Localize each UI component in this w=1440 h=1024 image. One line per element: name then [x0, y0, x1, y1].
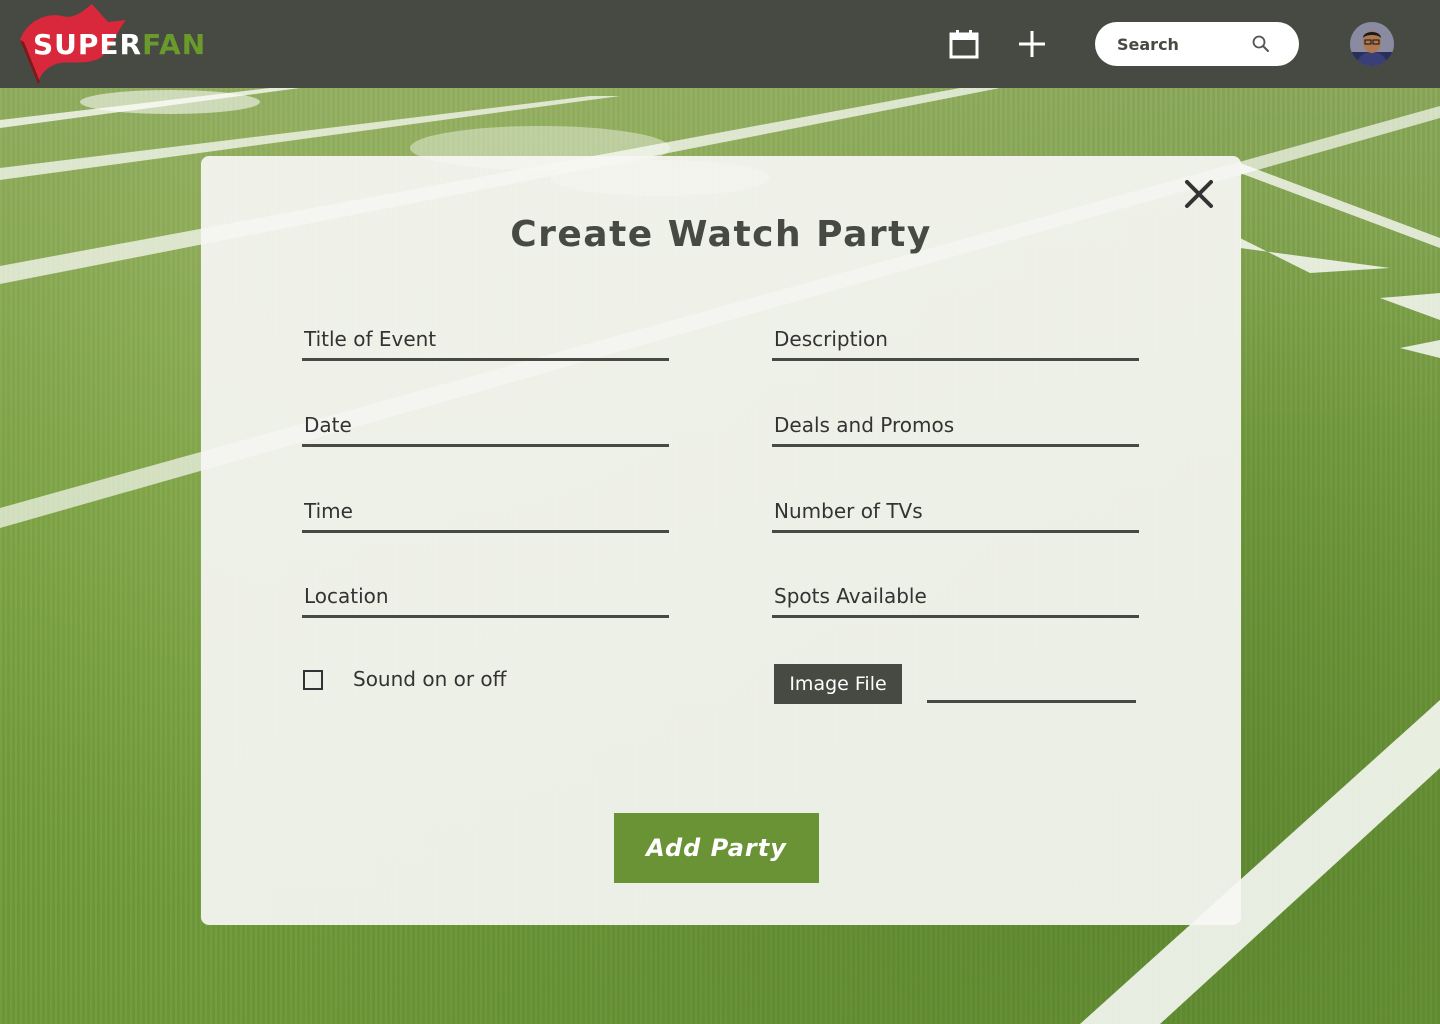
logo-wordmark: SUPERFAN [33, 28, 206, 61]
time-field-group [302, 483, 669, 533]
search-input[interactable] [1117, 32, 1247, 56]
deals-and-promos-field-group [772, 397, 1139, 447]
sound-checkbox[interactable] [303, 670, 323, 690]
sound-checkbox-label: Sound on or off [353, 667, 507, 691]
logo-part-fan: FAN [142, 28, 207, 61]
location-field-group [302, 568, 669, 618]
image-file-name-field[interactable] [927, 700, 1136, 703]
spots-available-field-group [772, 568, 1139, 618]
sound-toggle: Sound on or off [303, 667, 623, 692]
top-navigation-bar: SUPERFAN [0, 0, 1440, 88]
title-of-event-field-group [302, 311, 669, 361]
deals-and-promos-input[interactable] [772, 397, 1139, 447]
number-of-tvs-input[interactable] [772, 483, 1139, 533]
user-avatar[interactable] [1350, 22, 1394, 66]
description-field-group [772, 311, 1139, 361]
date-field-group [302, 397, 669, 447]
number-of-tvs-field-group [772, 483, 1139, 533]
title-of-event-input[interactable] [302, 311, 669, 361]
spots-available-input[interactable] [772, 568, 1139, 618]
plus-icon[interactable] [1016, 28, 1048, 60]
calendar-icon[interactable] [948, 28, 980, 60]
superfan-logo[interactable]: SUPERFAN [16, 2, 246, 86]
create-watch-party-modal: Create Watch Party Sound on or off Image… [201, 156, 1241, 925]
date-input[interactable] [302, 397, 669, 447]
location-input[interactable] [302, 568, 669, 618]
search-icon[interactable] [1251, 34, 1271, 54]
description-input[interactable] [772, 311, 1139, 361]
modal-title: Create Watch Party [510, 214, 932, 255]
time-input[interactable] [302, 483, 669, 533]
close-icon[interactable] [1183, 178, 1215, 210]
add-party-button[interactable]: Add Party [614, 813, 819, 883]
search-box [1095, 22, 1299, 66]
image-file-button[interactable]: Image File [774, 664, 902, 704]
logo-part-super: SUPER [33, 28, 143, 61]
